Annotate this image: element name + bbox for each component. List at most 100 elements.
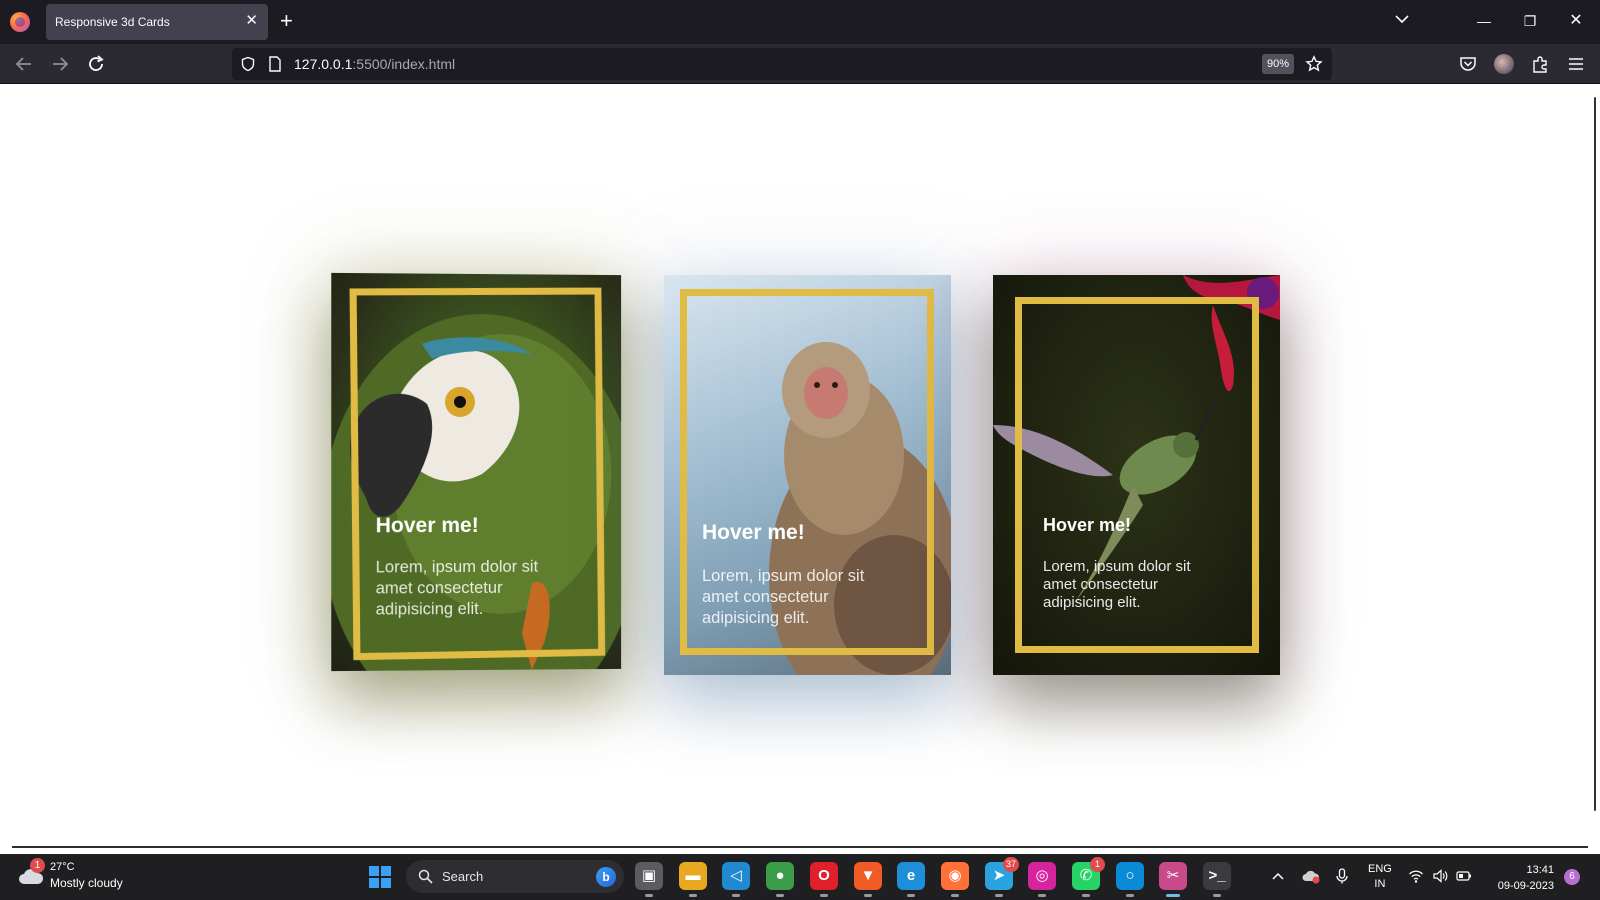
weather-alert-badge: 1: [30, 858, 45, 873]
terminal-glyph: >_: [1203, 862, 1231, 890]
search-label: Search: [442, 869, 483, 884]
tab-close-icon[interactable]: ✕: [245, 12, 258, 30]
forward-arrow-icon[interactable]: [48, 52, 72, 76]
firefox-glyph: ◉: [941, 862, 969, 890]
bing-icon[interactable]: b: [596, 867, 616, 887]
horizontal-scrollbar[interactable]: [12, 846, 1588, 848]
running-indicator: [864, 894, 872, 897]
card-text: Lorem, ipsum dolor sit amet consectetur …: [702, 566, 902, 629]
running-indicator: [995, 894, 1003, 897]
running-indicator: [1213, 894, 1221, 897]
cortana-glyph: ○: [1116, 862, 1144, 890]
windows-start-icon[interactable]: [369, 866, 391, 888]
task-view-glyph: ▣: [635, 862, 663, 890]
input-language-indicator[interactable]: ENG IN: [1368, 862, 1392, 892]
card-text: Lorem, ipsum dolor sit amet consectetur …: [1043, 558, 1219, 612]
clock-time: 13:41: [1490, 862, 1554, 878]
taskbar-edge-icon[interactable]: e: [897, 862, 925, 890]
weather-temperature[interactable]: 27°C: [50, 861, 75, 873]
taskbar-vscode-icon[interactable]: ◁: [722, 862, 750, 890]
running-indicator: [1166, 894, 1180, 897]
running-indicator: [951, 894, 959, 897]
taskbar-whatsapp-icon[interactable]: ✆ 1: [1072, 862, 1100, 890]
app-menu-hamburger-icon[interactable]: [1566, 54, 1586, 74]
vertical-scrollbar[interactable]: [1594, 97, 1596, 811]
taskbar-clock[interactable]: 13:41 09-09-2023: [1490, 862, 1554, 894]
window-restore-button[interactable]: ❐: [1520, 11, 1540, 31]
notification-center-badge[interactable]: 6: [1564, 869, 1580, 885]
taskbar-snipping-tool-icon[interactable]: ✂: [1159, 862, 1187, 890]
page-viewport: Hover me! Lorem, ipsum dolor sit amet co…: [0, 85, 1600, 846]
running-indicator: [732, 894, 740, 897]
file-explorer-glyph: ▬: [679, 862, 707, 890]
volume-speaker-icon[interactable]: [1432, 868, 1448, 884]
zoom-level-button[interactable]: 90%: [1262, 54, 1294, 74]
show-hidden-icons-chevron-icon[interactable]: [1270, 868, 1286, 884]
back-arrow-icon[interactable]: [12, 52, 36, 76]
clock-date: 09-09-2023: [1490, 878, 1554, 894]
card-text: Lorem, ipsum dolor sit amet consectetur …: [376, 557, 576, 621]
running-indicator: [907, 894, 915, 897]
taskbar-telegram-icon[interactable]: ➤ 37: [985, 862, 1013, 890]
url-host: 127.0.0.1: [294, 56, 352, 72]
taskbar-chrome-icon[interactable]: ●: [766, 862, 794, 890]
search-icon: [418, 869, 433, 884]
browser-navbar: 127.0.0.1:5500/index.html 90%: [0, 44, 1600, 84]
running-indicator: [820, 894, 828, 897]
running-indicator: [645, 894, 653, 897]
reload-icon[interactable]: [84, 52, 108, 76]
card-title: Hover me!: [1043, 515, 1131, 536]
browser-tabstrip: Responsive 3d Cards ✕ + — ❐ ✕: [0, 0, 1600, 44]
url-text[interactable]: 127.0.0.1:5500/index.html: [294, 56, 455, 72]
tracking-protection-shield-icon[interactable]: [240, 56, 256, 72]
taskbar-task-view-icon[interactable]: ▣: [635, 862, 663, 890]
onedrive-cloud-icon[interactable]: [1302, 868, 1320, 884]
snipping-tool-glyph: ✂: [1159, 862, 1187, 890]
firefox-logo-icon[interactable]: [10, 12, 30, 32]
battery-icon[interactable]: [1456, 868, 1472, 884]
card-monkey[interactable]: Hover me! Lorem, ipsum dolor sit amet co…: [664, 275, 951, 675]
page-info-icon[interactable]: [268, 56, 282, 72]
taskbar-search-box[interactable]: Search b: [406, 860, 624, 893]
new-tab-button[interactable]: +: [280, 9, 293, 33]
running-indicator: [1082, 894, 1090, 897]
running-indicator: [689, 894, 697, 897]
language-region: IN: [1368, 877, 1392, 892]
weather-condition[interactable]: Mostly cloudy: [50, 876, 123, 890]
chrome-glyph: ●: [766, 862, 794, 890]
card-title: Hover me!: [376, 514, 479, 538]
bookmark-star-icon[interactable]: [1305, 55, 1323, 73]
vscode-glyph: ◁: [722, 862, 750, 890]
taskbar-firefox-icon[interactable]: ◉: [941, 862, 969, 890]
taskbar-opera-icon[interactable]: O: [810, 862, 838, 890]
taskbar-terminal-icon[interactable]: >_: [1203, 862, 1231, 890]
telegram-badge: 37: [1003, 857, 1019, 872]
url-path: :5500/index.html: [352, 56, 455, 72]
list-all-tabs-chevron-icon[interactable]: [1394, 11, 1410, 27]
running-indicator: [776, 894, 784, 897]
running-indicator: [1038, 894, 1046, 897]
pocket-icon[interactable]: [1458, 54, 1478, 74]
running-indicator: [1126, 894, 1134, 897]
window-minimize-button[interactable]: —: [1474, 11, 1494, 31]
taskbar-brave-icon[interactable]: ▼: [854, 862, 882, 890]
language-code: ENG: [1368, 862, 1392, 877]
brave-glyph: ▼: [854, 862, 882, 890]
windows-taskbar: 1 27°C Mostly cloudy Search b ▣ ▬ ◁ ● O ▼ e ◉ ➤ 3…: [0, 854, 1600, 900]
wifi-icon[interactable]: [1408, 868, 1424, 884]
tab-responsive-3d-cards[interactable]: Responsive 3d Cards ✕: [46, 4, 268, 40]
tab-title: Responsive 3d Cards: [55, 15, 170, 29]
microphone-icon[interactable]: [1334, 868, 1350, 884]
whatsapp-badge: 1: [1090, 857, 1105, 872]
extensions-puzzle-icon[interactable]: [1530, 54, 1550, 74]
edge-glyph: e: [897, 862, 925, 890]
taskbar-cortana-icon[interactable]: ○: [1116, 862, 1144, 890]
card-title: Hover me!: [702, 521, 805, 545]
url-bar[interactable]: 127.0.0.1:5500/index.html 90%: [232, 48, 1332, 80]
window-close-button[interactable]: ✕: [1566, 11, 1586, 31]
taskbar-instagram-icon[interactable]: ◎: [1028, 862, 1056, 890]
taskbar-file-explorer-icon[interactable]: ▬: [679, 862, 707, 890]
card-parrot[interactable]: Hover me! Lorem, ipsum dolor sit amet co…: [331, 273, 621, 671]
account-avatar[interactable]: [1494, 54, 1514, 74]
card-hummingbird[interactable]: Hover me! Lorem, ipsum dolor sit amet co…: [993, 275, 1280, 675]
